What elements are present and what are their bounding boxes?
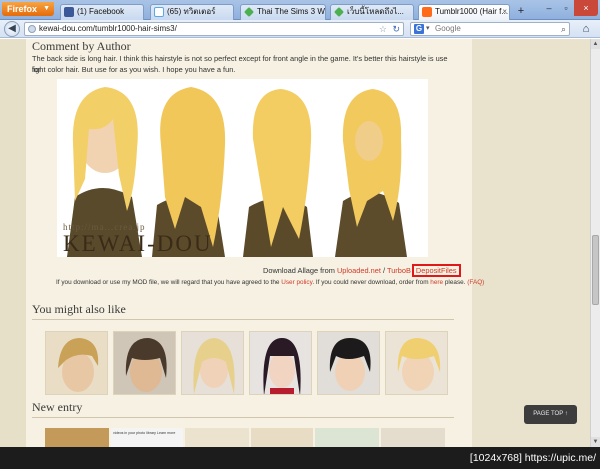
left-margin [0,39,26,447]
related-thumb-2[interactable] [113,331,176,395]
close-window-button[interactable]: × [574,0,598,16]
tumblr-icon [422,7,432,17]
new-entry-thumb-6[interactable] [381,428,445,447]
scrollbar-thumb[interactable] [592,235,599,305]
bookmark-star-icon[interactable]: ☆ [379,23,387,35]
turbobit-link[interactable]: TurboB [387,266,411,275]
uploaded-net-link[interactable]: Uploaded.net [337,266,381,275]
navigation-bar: ◀ kewai-dou.com/tumblr1000-hair-sims3/ ☆… [0,20,600,38]
twitter-icon [154,7,164,17]
order-here-link[interactable]: here [430,279,443,286]
tab-tumblr1000[interactable]: Tumblr1000 (Hair f... × [418,4,510,20]
new-entry-heading: New entry [32,400,83,414]
download-links: Download Allage from Uploaded.net / Turb… [263,264,461,277]
download-prefix: Download Allage from [263,266,337,275]
related-thumb-3[interactable] [181,331,244,395]
maximize-button[interactable]: ▫ [558,0,574,16]
new-entry-thumb-3[interactable] [185,428,249,447]
facebook-icon [64,7,74,17]
thumb-image [193,338,235,394]
chevron-down-icon: ▼ [43,5,50,12]
thumb-image [58,338,99,392]
web-page: Comment by Author The back side is long … [0,39,590,447]
related-thumb-4[interactable] [249,331,312,395]
divider [32,319,454,320]
tab-label: (65) ทวิตเตอร์ [167,7,216,16]
screenshot-caption: [1024x768] https://upic.me/ [469,452,596,464]
new-entry-thumb-4[interactable] [251,428,313,447]
firefox-menu-button[interactable]: Firefox ▼ [2,2,54,16]
watermark-logo: KEWAI-DOU [63,231,213,256]
back-button[interactable]: ◀ [4,21,20,37]
chevron-down-icon[interactable]: ▾ [426,23,430,35]
policy-mid: . If you could never download, order fro… [312,279,431,286]
user-policy-link[interactable]: User policy [281,279,312,286]
thumb-image [125,338,167,392]
hairstyle-preview-image: http://ma...crea.jp KEWAI-DOU [57,79,428,257]
page-top-button[interactable]: PAGE TOP ↑ [524,405,577,424]
comment-heading: Comment by Author [32,39,131,53]
scroll-up-icon[interactable]: ▲ [591,39,600,49]
related-thumb-5[interactable] [317,331,380,395]
address-bar[interactable]: kewai-dou.com/tumblr1000-hair-sims3/ ☆ ↻ [24,22,404,36]
tab-label: (1) Facebook [77,7,125,16]
sims-icon [334,7,344,17]
minimize-button[interactable]: – [540,0,558,16]
comment-text-line-2: light color hair. But use for as you wis… [32,65,236,74]
tab-twitter[interactable]: (65) ทวิตเตอร์ [150,4,234,20]
thumb-image [329,338,371,391]
policy-prefix: If you download or use my MOD file, we w… [56,279,282,286]
close-tab-icon[interactable]: × [502,5,507,19]
search-icon[interactable]: ⌕ [561,23,566,35]
site-identity-icon[interactable] [28,25,36,33]
sims-icon [244,7,254,17]
new-tab-button[interactable]: + [514,5,528,18]
new-entry-thumbnails: videos in your photo library Learn more [45,428,445,447]
scroll-down-icon[interactable]: ▼ [591,437,600,447]
new-entry-thumb-1[interactable] [45,428,109,447]
tab-facebook[interactable]: (1) Facebook [60,4,144,20]
related-thumbnails [45,331,448,395]
tab-label: Tumblr1000 (Hair f... [435,7,509,16]
home-icon[interactable]: ⌂ [578,22,594,36]
thumb-image [263,338,301,394]
related-thumb-6[interactable] [385,331,448,395]
related-thumb-1[interactable] [45,331,108,395]
footer-bar: [1024x768] https://upic.me/ [0,447,600,469]
thumb-image [397,338,441,391]
entry-snippet: videos in your photo library Learn more [113,431,176,435]
google-icon[interactable]: G [414,24,424,34]
related-heading: You might also like [32,302,126,316]
url-text: kewai-dou.com/tumblr1000-hair-sims3/ [39,24,177,33]
reload-icon[interactable]: ↻ [392,23,400,35]
vertical-scrollbar[interactable]: ▲ ▼ [590,39,600,447]
faq-link[interactable]: (FAQ) [467,279,484,286]
tab-label: Thai The Sims 3 W... [257,7,326,16]
new-entry-thumb-2[interactable]: videos in your photo library Learn more [111,428,183,447]
tab-strip: Firefox ▼ (1) Facebook (65) ทวิตเตอร์ Th… [0,0,600,20]
new-entry-thumb-5[interactable] [315,428,379,447]
search-placeholder: Google [435,24,461,33]
depositfiles-link[interactable]: DepositFiles [411,264,461,277]
firefox-menu-label: Firefox [7,4,38,14]
policy-notice: If you download or use my MOD file, we w… [56,279,484,286]
tab-thai-sims[interactable]: Thai The Sims 3 W... [240,4,326,20]
divider [32,417,454,418]
policy-suffix: please. [443,279,468,286]
tab-thai-site[interactable]: เว็บนี้โหลดถึงไ... [330,4,414,20]
right-margin [472,39,590,447]
tab-label: เว็บนี้โหลดถึงไ... [347,7,404,16]
search-input[interactable]: G ▾ Google ⌕ [410,22,570,36]
